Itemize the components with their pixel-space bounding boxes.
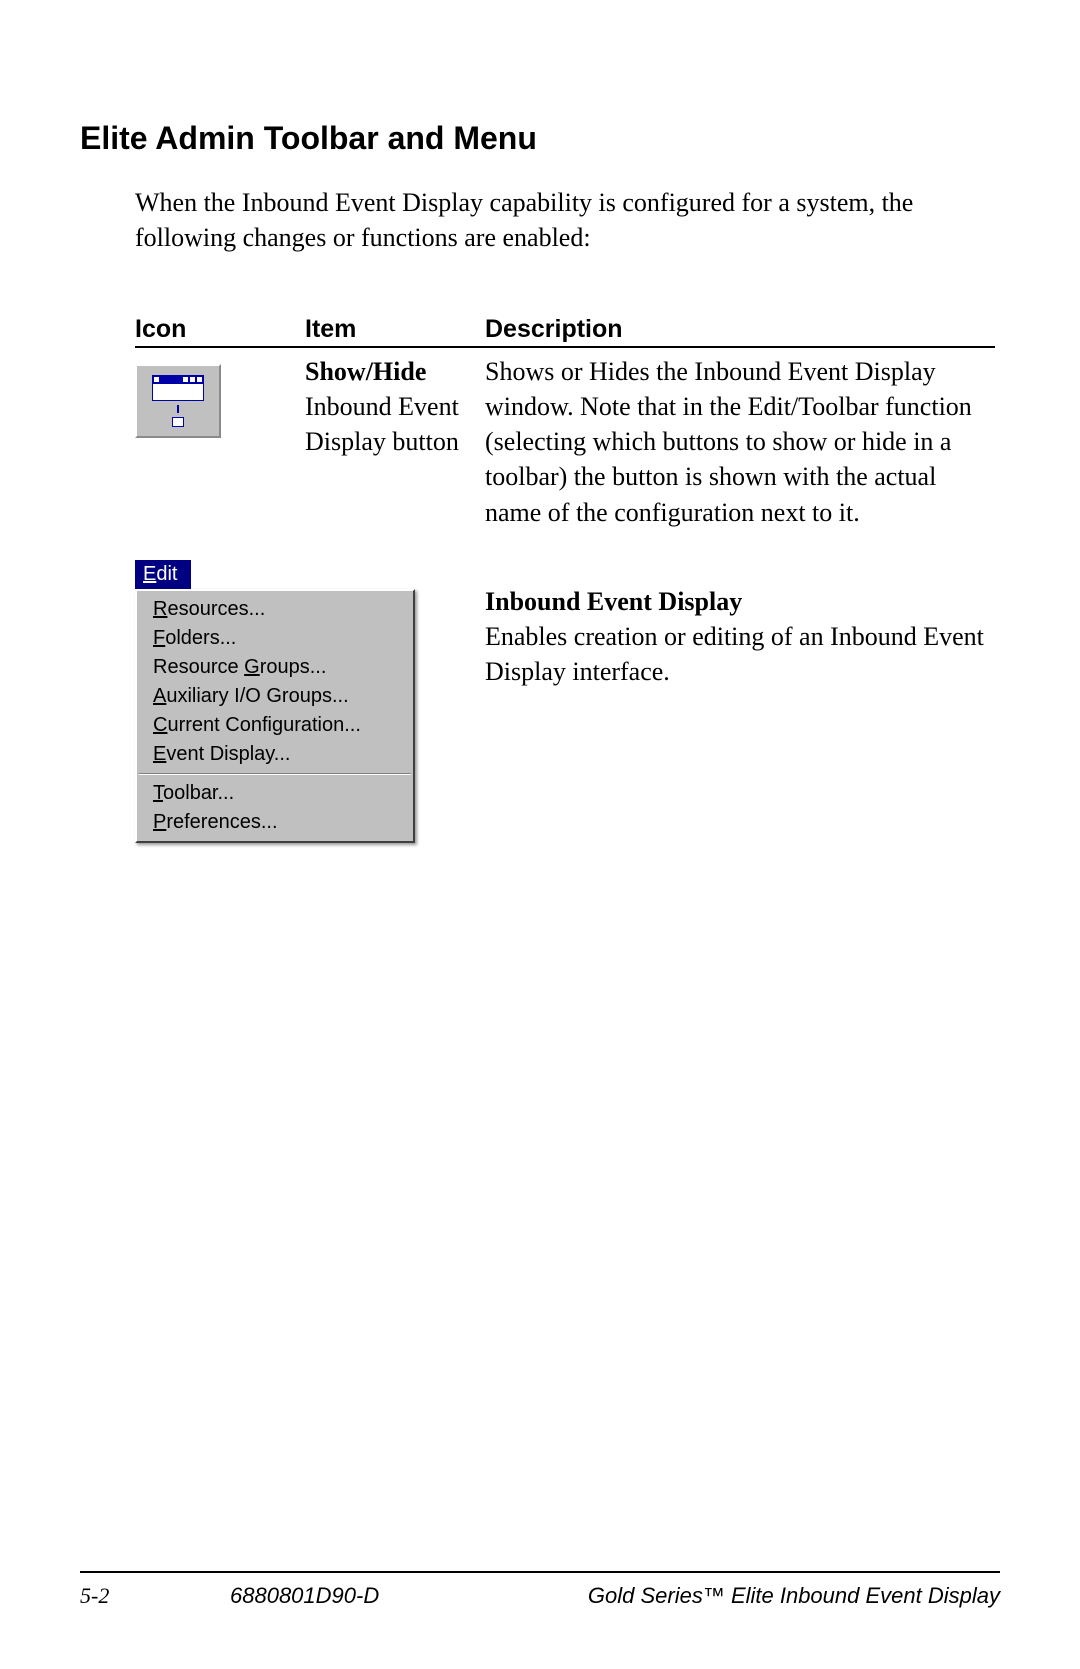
menu-title-edit: Edit <box>135 560 191 589</box>
section-heading: Elite Admin Toolbar and Menu <box>80 120 1000 157</box>
menu-separator <box>139 773 411 775</box>
window-icon <box>152 375 204 401</box>
item-name-rest: Inbound Event Display button <box>305 392 459 456</box>
header-item: Item <box>305 315 485 344</box>
edit-menu: Edit Resources... Folders... Resource Gr… <box>135 560 415 843</box>
menu-item-event-display: Event Display... <box>137 740 413 769</box>
item-cell: Show/Hide Inbound Event Display button <box>305 354 485 529</box>
header-description: Description <box>485 315 995 344</box>
document-page: Elite Admin Toolbar and Menu When the In… <box>0 0 1080 1669</box>
table-row: Edit Resources... Folders... Resource Gr… <box>135 560 995 843</box>
header-icon: Icon <box>135 315 305 344</box>
menu-dropdown: Resources... Folders... Resource Groups.… <box>135 589 415 843</box>
feature-table: Icon Item Description Show/Hide Inbound … <box>135 315 995 842</box>
show-hide-toolbar-button-icon <box>135 364 221 438</box>
menu-item-resources: Resources... <box>137 595 413 624</box>
desc-body: Enables creation or editing of an Inboun… <box>485 619 995 689</box>
menu-item-auxiliary-io-groups: Auxiliary I/O Groups... <box>137 682 413 711</box>
footer-doc-number: 6880801D90-D <box>230 1583 490 1609</box>
footer-title: Gold Series™ Elite Inbound Event Display <box>490 1583 1000 1609</box>
footer-page-number: 5-2 <box>80 1583 230 1609</box>
description-cell: Inbound Event Display Enables creation o… <box>485 560 995 843</box>
page-footer: 5-2 6880801D90-D Gold Series™ Elite Inbo… <box>80 1571 1000 1609</box>
description-cell: Shows or Hides the Inbound Event Display… <box>485 354 995 529</box>
menu-item-preferences: Preferences... <box>137 808 413 837</box>
item-name-strong: Show/Hide <box>305 357 426 386</box>
table-header-row: Icon Item Description <box>135 315 995 348</box>
intro-paragraph: When the Inbound Event Display capabilit… <box>135 185 995 255</box>
menu-item-folders: Folders... <box>137 624 413 653</box>
menu-screenshot-cell: Edit Resources... Folders... Resource Gr… <box>135 560 485 843</box>
menu-item-resource-groups: Resource Groups... <box>137 653 413 682</box>
icon-cell <box>135 354 305 529</box>
desc-heading: Inbound Event Display <box>485 584 995 619</box>
menu-item-toolbar: Toolbar... <box>137 779 413 808</box>
table-row: Show/Hide Inbound Event Display button S… <box>135 348 995 529</box>
menu-item-current-configuration: Current Configuration... <box>137 711 413 740</box>
